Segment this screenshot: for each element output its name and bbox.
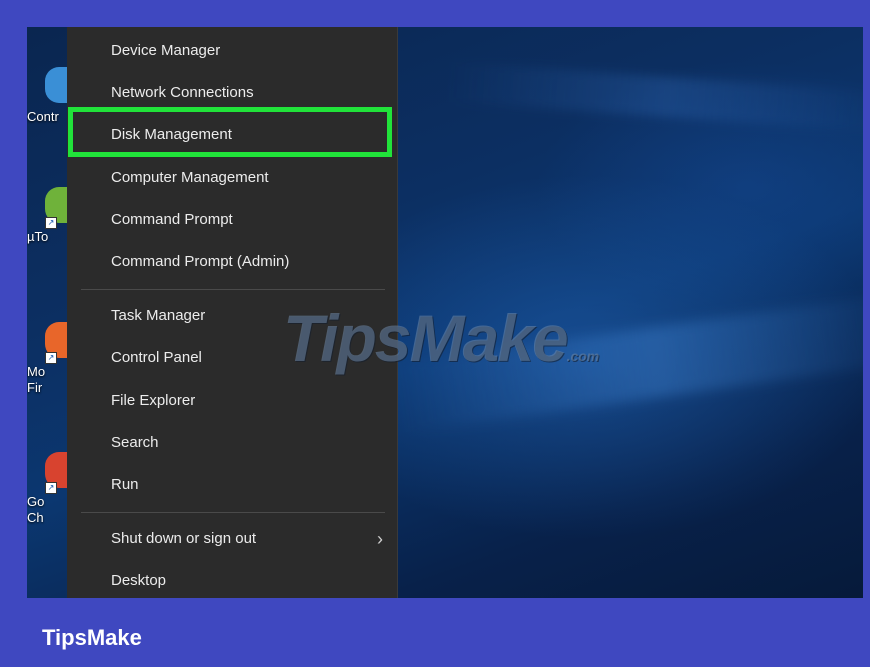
menu-item-device-manager[interactable]: Device Manager xyxy=(67,31,397,71)
menu-item-search[interactable]: Search xyxy=(67,423,397,463)
desktop-icon-label: Go Ch xyxy=(27,494,45,525)
menu-item-label: Run xyxy=(111,476,139,493)
desktop-icon-utorrent[interactable]: ↗ µTo xyxy=(27,187,73,257)
footer-brand: TipsMake xyxy=(42,625,142,650)
desktop-icon-chrome[interactable]: ↗ Go Ch xyxy=(27,452,73,525)
menu-item-label: File Explorer xyxy=(111,392,196,409)
menu-item-label: Search xyxy=(111,434,159,451)
menu-item-run[interactable]: Run xyxy=(67,465,397,505)
menu-item-label: Task Manager xyxy=(111,307,206,324)
watermark-suffix: .com xyxy=(566,348,600,364)
menu-item-command-prompt-admin[interactable]: Command Prompt (Admin) xyxy=(67,242,397,282)
menu-item-desktop[interactable]: Desktop xyxy=(67,561,397,601)
desktop-icon-control-panel[interactable]: Contr xyxy=(27,67,73,137)
menu-item-label: Command Prompt xyxy=(111,211,233,228)
wallpaper-light-beam xyxy=(446,61,863,133)
menu-separator xyxy=(81,512,385,513)
watermark-text: TipsMake xyxy=(283,301,569,375)
menu-item-file-explorer[interactable]: File Explorer xyxy=(67,381,397,421)
desktop-icon-label: µTo xyxy=(27,229,49,244)
watermark: TipsMake.com xyxy=(283,300,599,376)
menu-item-label: Device Manager xyxy=(111,42,221,59)
desktop-icon-label: Mo Fir xyxy=(27,364,46,395)
menu-item-label: Computer Management xyxy=(111,169,269,186)
menu-item-shut-down[interactable]: Shut down or sign out › xyxy=(67,519,397,559)
menu-item-label: Shut down or sign out xyxy=(111,530,257,547)
menu-item-label: Desktop xyxy=(111,572,167,589)
menu-item-label: Command Prompt (Admin) xyxy=(111,253,290,270)
menu-item-computer-management[interactable]: Computer Management xyxy=(67,158,397,198)
desktop-icon-label: Contr xyxy=(27,109,59,124)
shortcut-arrow-icon: ↗ xyxy=(45,217,57,229)
menu-item-label: Control Panel xyxy=(111,349,202,366)
chevron-right-icon: › xyxy=(377,529,383,549)
shortcut-arrow-icon: ↗ xyxy=(45,482,57,494)
highlight-box xyxy=(68,107,392,157)
shortcut-arrow-icon: ↗ xyxy=(45,352,57,364)
menu-separator xyxy=(81,289,385,290)
desktop-icon-firefox[interactable]: ↗ Mo Fir xyxy=(27,322,73,395)
menu-item-command-prompt[interactable]: Command Prompt xyxy=(67,200,397,240)
